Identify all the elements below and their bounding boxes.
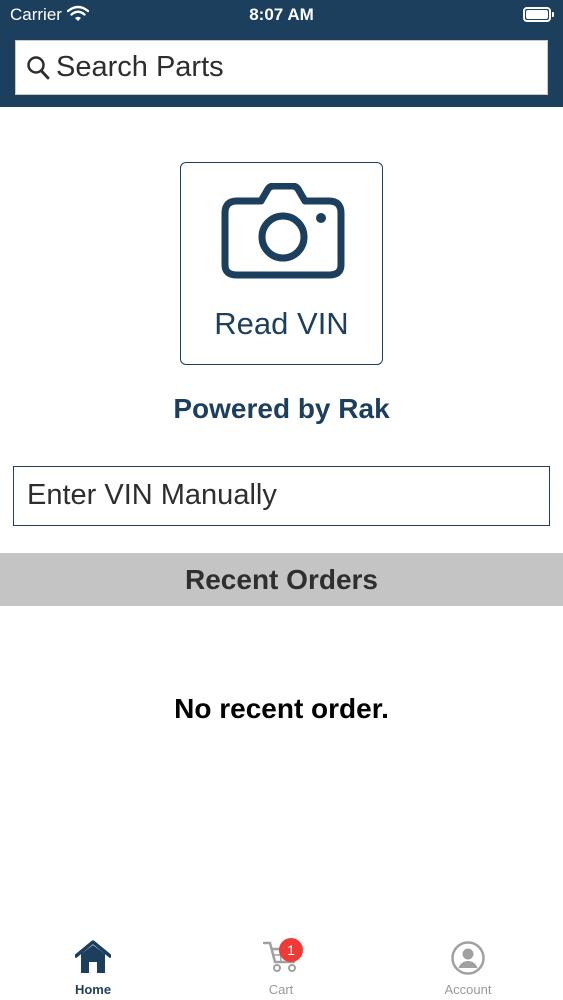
search-input[interactable] — [56, 41, 536, 94]
cart-badge: 1 — [279, 938, 303, 962]
search-bar[interactable] — [15, 40, 548, 95]
camera-icon — [221, 182, 345, 284]
home-icon — [74, 940, 112, 979]
tab-home[interactable]: Home — [43, 930, 143, 1000]
tab-cart-label: Cart — [268, 982, 294, 997]
search-icon — [26, 55, 50, 86]
tab-account-label: Account — [444, 982, 492, 997]
recent-orders-header: Recent Orders — [0, 553, 563, 606]
tab-bar: Home 1 Cart Account — [0, 930, 563, 1000]
vin-field[interactable] — [13, 466, 550, 526]
tab-cart[interactable]: 1 Cart — [231, 930, 331, 1000]
app-header: Carrier 8:07 AM — [0, 0, 563, 107]
tab-home-label: Home — [74, 982, 112, 997]
account-icon — [450, 940, 486, 981]
status-time: 8:07 AM — [249, 5, 314, 24]
empty-orders-message: No recent order. — [174, 693, 389, 724]
vin-input[interactable] — [27, 467, 537, 524]
read-vin-button[interactable]: Read VIN — [180, 162, 383, 365]
read-vin-label: Read VIN — [214, 306, 349, 341]
status-bar: Carrier 8:07 AM — [0, 0, 563, 30]
powered-by-text: Powered by Rak — [173, 393, 390, 424]
battery-icon — [523, 7, 554, 22]
tab-account[interactable]: Account — [418, 930, 518, 1000]
